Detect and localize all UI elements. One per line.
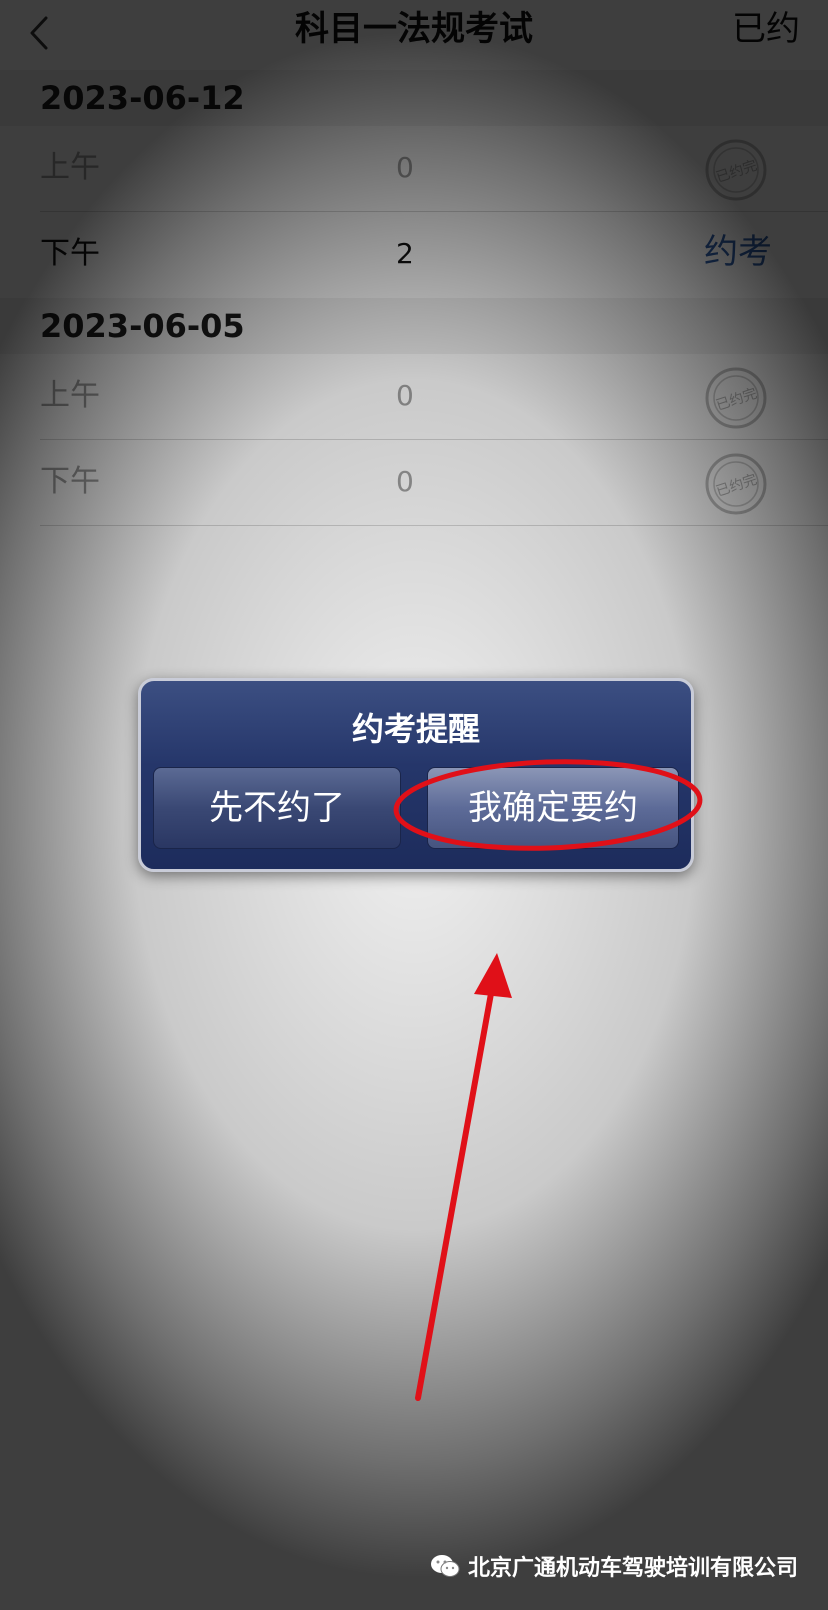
dialog-title: 约考提醒 xyxy=(351,710,480,748)
stamp-text: 已约完 xyxy=(714,386,759,414)
confirm-dialog: 约考提醒 先不约了 我确定要约 xyxy=(138,678,694,872)
booked-list-button[interactable]: 已约 xyxy=(732,4,800,54)
confirm-button[interactable]: 我确定要约 xyxy=(427,767,679,849)
slot-label: 下午 xyxy=(40,236,100,271)
nav-bar: 科目一法规考试 已约 xyxy=(0,0,828,66)
page-title: 科目一法规考试 xyxy=(295,9,533,49)
stamp-icon: 已约完 xyxy=(705,367,767,429)
book-exam-button[interactable]: 约考 xyxy=(704,228,772,276)
date-header: 2023-06-05 xyxy=(0,298,828,354)
slot-count: 2 xyxy=(396,237,414,270)
row-divider xyxy=(40,525,828,526)
cancel-button[interactable]: 先不约了 xyxy=(153,767,401,849)
slot-count: 0 xyxy=(396,465,414,498)
slot-label: 下午 xyxy=(40,464,100,499)
stamp-text: 已约完 xyxy=(714,158,759,186)
watermark: 北京广通机动车驾驶培训有限公司 xyxy=(430,1550,798,1582)
stamp-icon: 已约完 xyxy=(705,453,767,515)
slot-count: 0 xyxy=(396,379,414,412)
stamp-icon: 已约完 xyxy=(705,139,767,201)
wechat-icon xyxy=(430,1555,460,1577)
stamp-text: 已约完 xyxy=(714,472,759,500)
slot-count: 0 xyxy=(396,151,414,184)
slot-row: 下午 2 约考 xyxy=(0,212,828,298)
date-header: 2023-06-12 xyxy=(0,70,828,126)
slot-label: 上午 xyxy=(40,378,100,413)
slot-row: 下午 0 已约完 xyxy=(0,440,828,526)
date-label: 2023-06-05 xyxy=(40,307,245,345)
slot-label: 上午 xyxy=(40,150,100,185)
watermark-text: 北京广通机动车驾驶培训有限公司 xyxy=(467,1556,798,1581)
date-label: 2023-06-12 xyxy=(40,79,245,117)
slot-row: 上午 0 已约完 xyxy=(0,126,828,212)
slot-row: 上午 0 已约完 xyxy=(0,354,828,440)
